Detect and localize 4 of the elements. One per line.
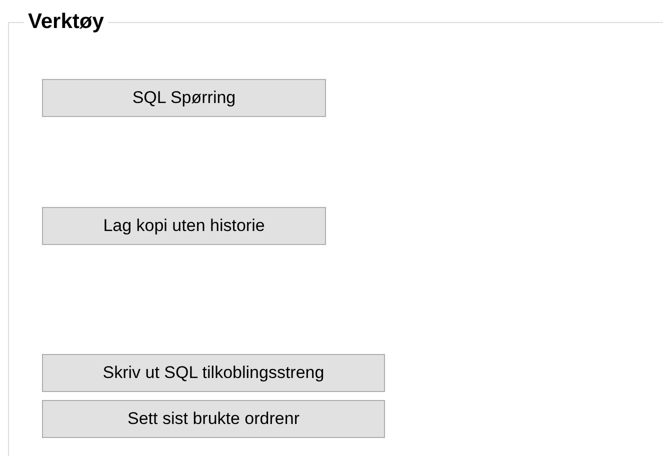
tool-button[interactable]: SQL Spørring <box>42 79 326 117</box>
tool-button[interactable]: Lag kopi uten historie <box>42 207 326 245</box>
tool-button[interactable]: Skriv ut SQL tilkoblingsstreng <box>42 354 385 392</box>
tool-button[interactable]: Sett sist brukte ordrenr <box>42 400 385 438</box>
